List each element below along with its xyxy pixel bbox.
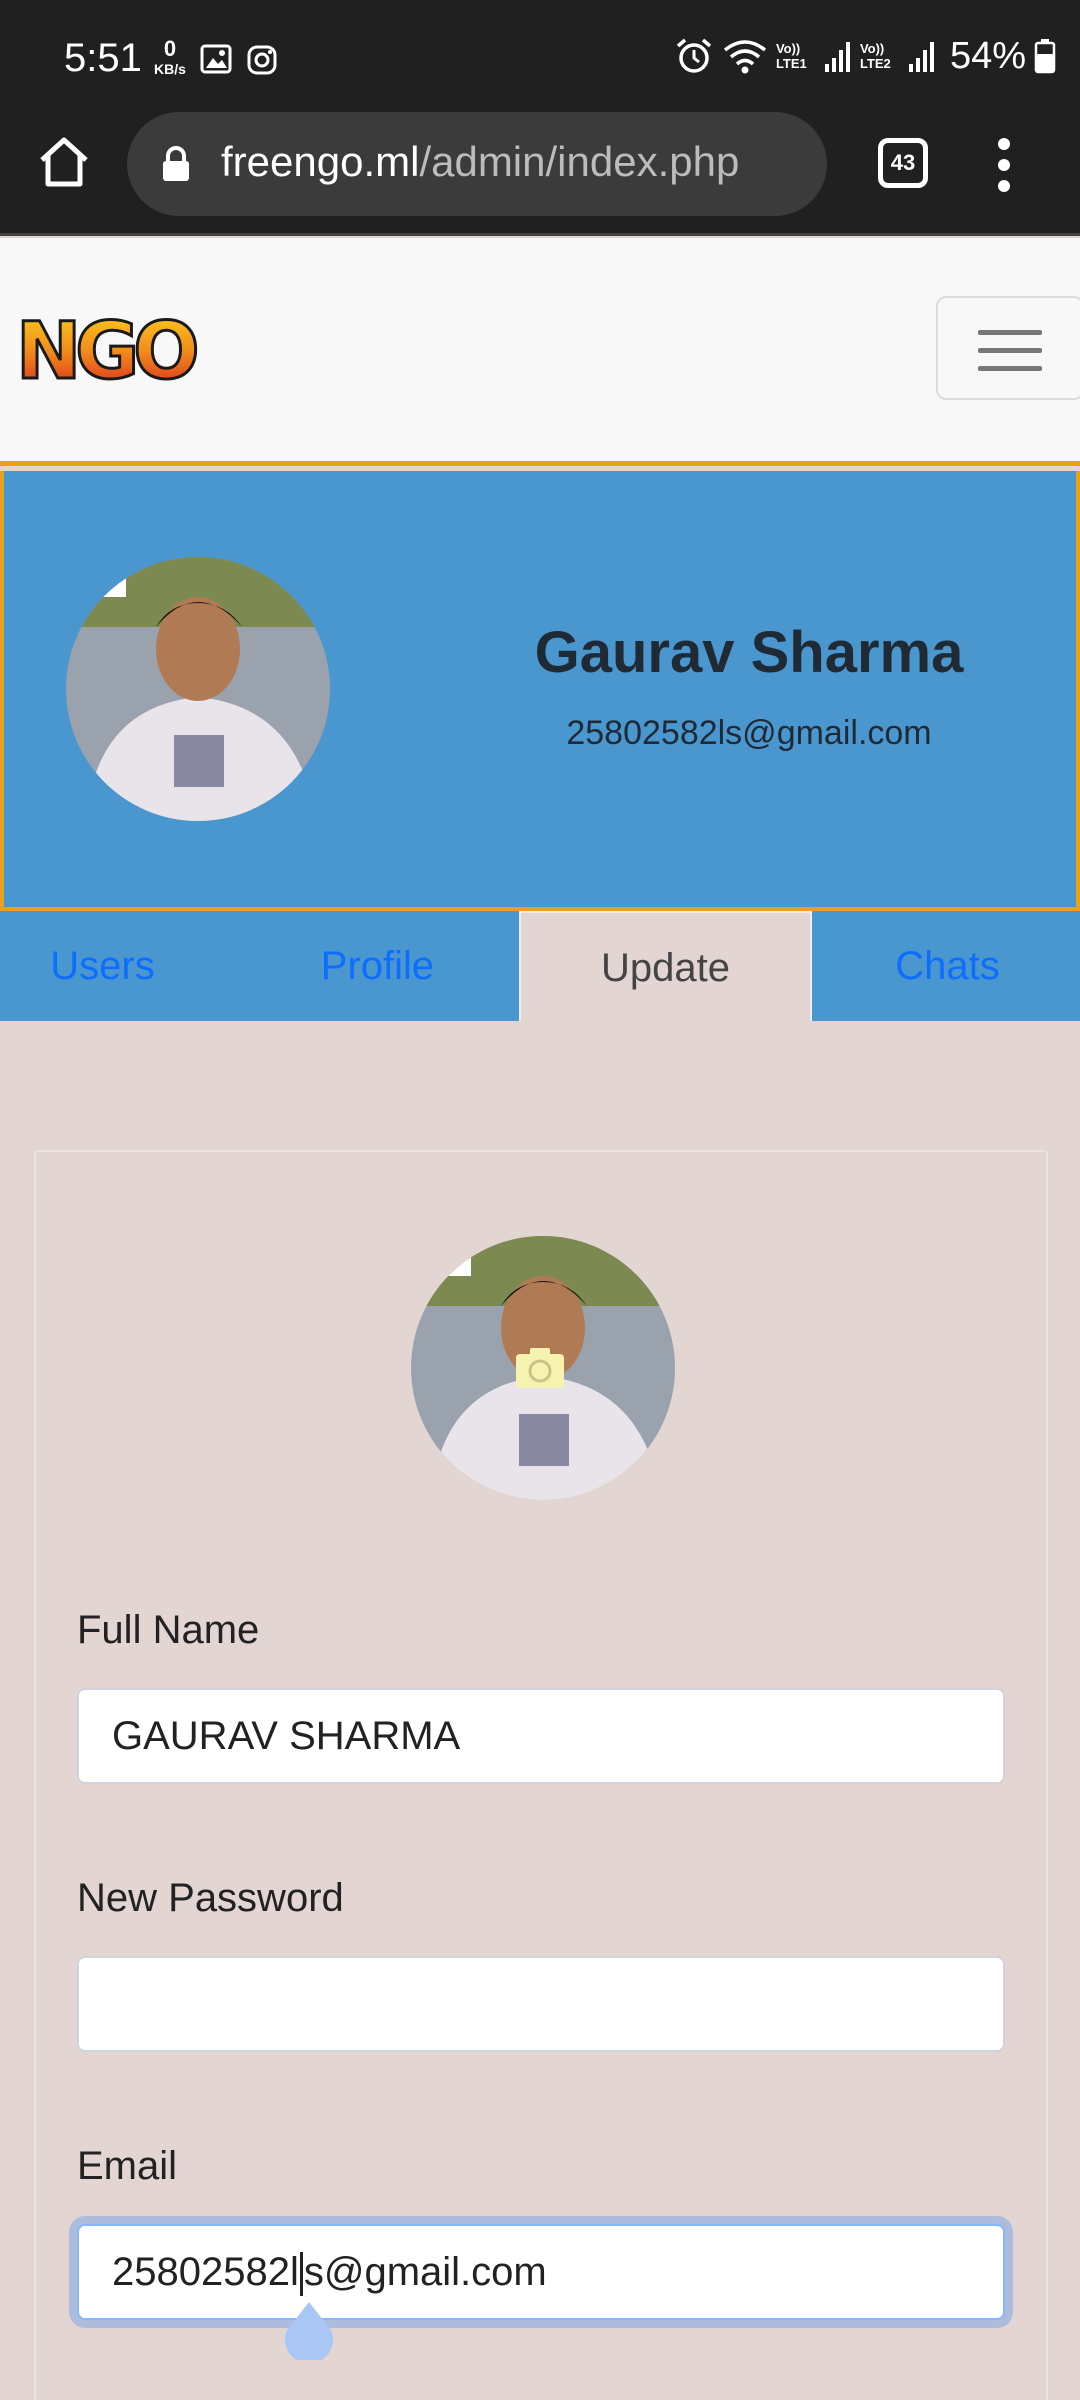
camera-icon[interactable] bbox=[514, 1346, 566, 1390]
full-name-input[interactable]: GAURAV SHARMA bbox=[77, 1688, 1005, 1784]
new-password-label: New Password bbox=[77, 1876, 344, 1920]
lte2-label: Vo)) LTE2 bbox=[859, 41, 891, 71]
address-bar[interactable]: freengo.ml/admin/index.php bbox=[127, 112, 827, 216]
url-host: freengo.ml bbox=[221, 138, 420, 185]
profile-banner: Gaurav Sharma 25802582ls@gmail.com bbox=[0, 471, 1080, 911]
browser-menu-icon[interactable] bbox=[992, 138, 1016, 194]
navbar-toggle-button[interactable] bbox=[936, 296, 1080, 400]
text-caret bbox=[299, 2252, 303, 2297]
status-right-group: Vo)) LTE1 Vo)) LTE2 54% bbox=[674, 34, 1056, 78]
home-icon[interactable] bbox=[36, 134, 92, 190]
email-input[interactable]: 25802582l s@gmail.com bbox=[77, 2224, 1005, 2320]
email-text-after-caret: s@gmail.com bbox=[303, 2250, 547, 2294]
tab-update[interactable]: Update bbox=[519, 911, 812, 1021]
email-text-before-caret: 25802582l bbox=[112, 2250, 299, 2294]
network-speed-unit: KB/s bbox=[154, 61, 186, 77]
signal-1-icon bbox=[824, 42, 850, 72]
signal-2-icon bbox=[908, 42, 934, 72]
battery-icon bbox=[1034, 39, 1056, 74]
url-text[interactable]: freengo.ml/admin/index.php bbox=[221, 138, 739, 186]
status-time: 5:51 bbox=[64, 36, 142, 80]
tab-profile[interactable]: Profile bbox=[275, 911, 480, 1021]
full-name-label: Full Name bbox=[77, 1608, 260, 1652]
tab-chats[interactable]: Chats bbox=[845, 911, 1050, 1021]
tab-users[interactable]: Users bbox=[0, 911, 205, 1021]
ngo-logo[interactable]: NGO bbox=[14, 298, 214, 399]
profile-tabs: Users Profile Update Chats bbox=[0, 911, 1080, 1021]
profile-name: Gaurav Sharma bbox=[534, 620, 964, 685]
browser-toolbar: freengo.ml/admin/index.php 43 bbox=[0, 112, 1080, 236]
email-label: Email bbox=[77, 2144, 178, 2188]
url-path: /admin/index.php bbox=[419, 138, 740, 185]
network-speed-value: 0 bbox=[163, 36, 177, 61]
gallery-icon bbox=[200, 44, 232, 74]
profile-avatar bbox=[66, 557, 330, 821]
profile-email: 25802582ls@gmail.com bbox=[566, 714, 932, 752]
lock-icon bbox=[163, 146, 189, 181]
tab-switcher-button[interactable]: 43 bbox=[878, 138, 928, 188]
instagram-icon bbox=[247, 45, 277, 75]
lte1-label: Vo)) LTE1 bbox=[775, 41, 807, 71]
network-speed: 0 KB/s bbox=[150, 38, 190, 78]
status-bar: 5:51 0 KB/s Vo)) LTE1 Vo)) LTE2 54% bbox=[0, 0, 1080, 112]
logo-text: NGO bbox=[16, 307, 196, 397]
new-password-input[interactable] bbox=[77, 1956, 1005, 2052]
text-selection-handle[interactable] bbox=[283, 2300, 335, 2360]
alarm-icon bbox=[676, 38, 712, 73]
battery-percent: 54% bbox=[949, 34, 1026, 77]
wifi-icon bbox=[723, 40, 767, 74]
site-navbar: NGO bbox=[0, 238, 1080, 466]
